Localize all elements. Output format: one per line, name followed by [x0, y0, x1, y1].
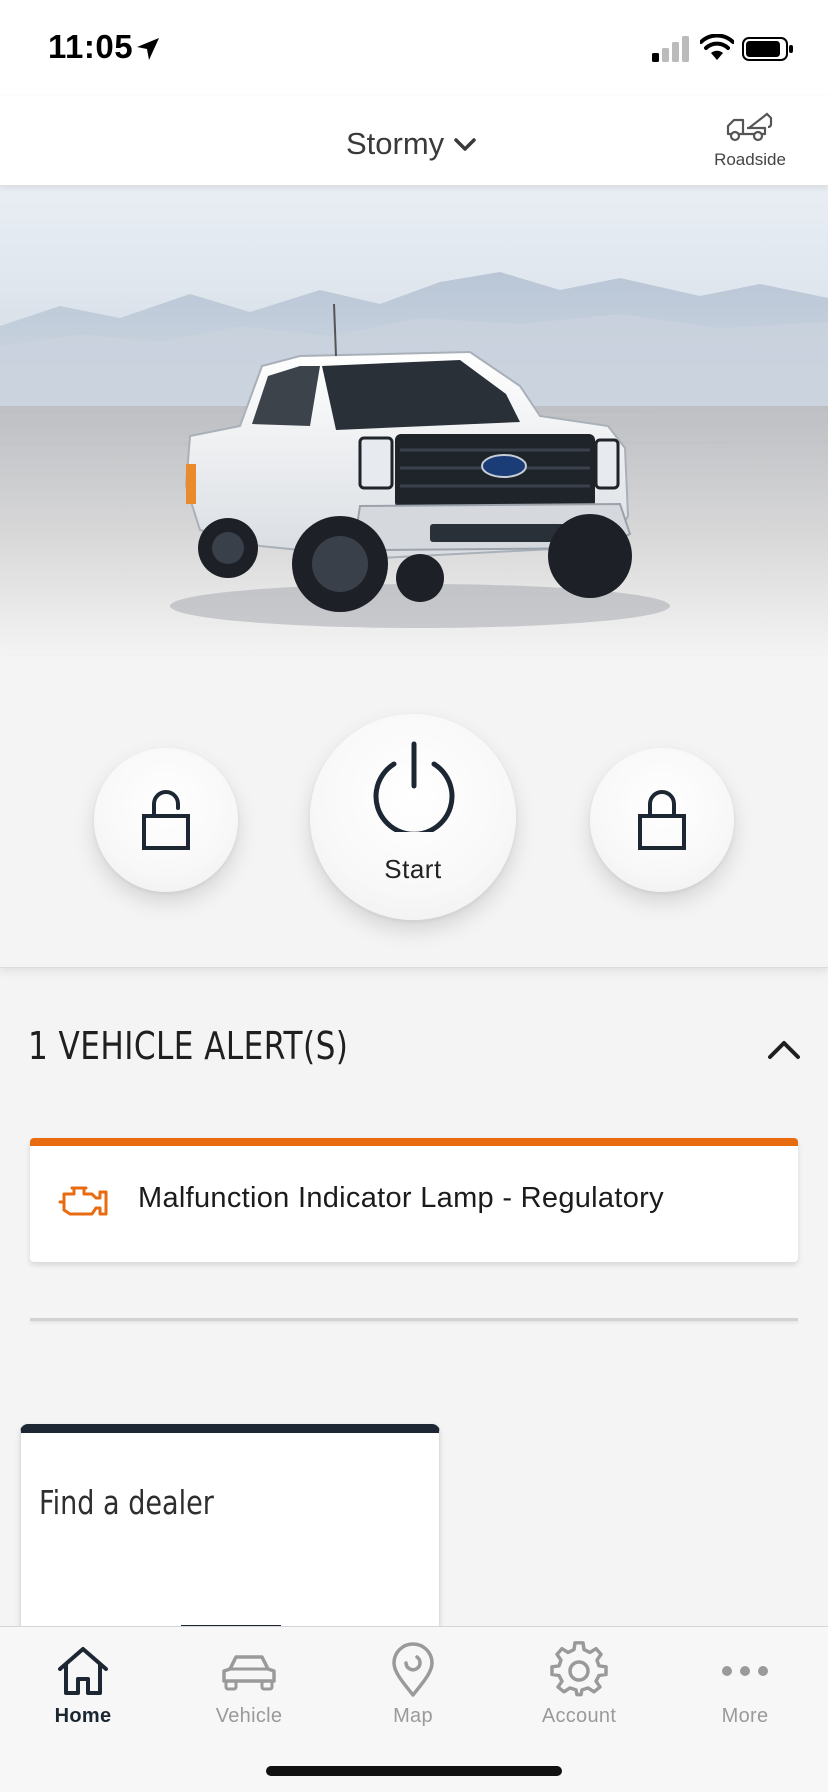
roadside-button[interactable]: Roadside — [704, 108, 796, 178]
start-label: Start — [384, 854, 442, 884]
cellular-signal-icon — [652, 36, 689, 62]
power-icon — [373, 741, 455, 832]
tab-more[interactable]: More — [680, 1641, 810, 1741]
lock-icon — [638, 790, 686, 850]
tow-truck-icon — [726, 112, 773, 142]
status-bar: 11:05 — [0, 0, 828, 96]
location-arrow-icon — [137, 38, 159, 60]
vehicle-image — [0, 186, 828, 656]
unlock-button[interactable] — [94, 748, 238, 892]
engine-icon — [58, 1186, 108, 1216]
car-icon — [222, 1655, 276, 1691]
battery-icon — [742, 37, 793, 61]
divider — [30, 1318, 798, 1321]
tab-label-account: Account — [541, 1705, 617, 1727]
roadside-label: Roadside — [714, 150, 786, 169]
lock-button[interactable] — [590, 748, 734, 892]
header: Stormy Roadside — [0, 96, 828, 186]
tab-home[interactable]: Home — [18, 1641, 148, 1741]
alert-text: Malfunction Indicator Lamp - Regulatory — [138, 1182, 664, 1214]
home-icon — [58, 1647, 108, 1695]
more-icon — [722, 1666, 768, 1676]
alert-card[interactable]: Malfunction Indicator Lamp - Regulatory — [30, 1138, 798, 1262]
vehicle-selector[interactable]: Stormy — [346, 122, 478, 166]
tab-account[interactable]: Account — [514, 1641, 644, 1741]
truck-illustration — [0, 272, 828, 656]
tab-map[interactable]: Map — [348, 1641, 478, 1741]
tab-label-home: Home — [54, 1705, 112, 1727]
wifi-icon — [700, 34, 734, 60]
unlock-icon — [142, 790, 190, 850]
start-button[interactable]: Start — [310, 714, 516, 920]
tab-label-map: Map — [393, 1705, 433, 1727]
tab-vehicle[interactable]: Vehicle — [184, 1641, 314, 1741]
tab-label-more: More — [721, 1705, 769, 1727]
remote-controls: Start — [0, 656, 828, 968]
status-time: 11:05 — [48, 28, 134, 65]
tab-label-vehicle: Vehicle — [215, 1705, 283, 1727]
vehicle-alerts-heading: 1 VEHICLE ALERT(S) — [28, 1024, 349, 1068]
map-pin-icon — [392, 1642, 434, 1697]
find-dealer-title: Find a dealer — [39, 1483, 214, 1522]
chevron-down-icon — [454, 138, 476, 151]
chevron-up-icon[interactable] — [764, 1030, 804, 1070]
vehicle-name: Stormy — [346, 126, 445, 161]
home-indicator — [266, 1766, 562, 1776]
gear-icon — [550, 1641, 608, 1697]
